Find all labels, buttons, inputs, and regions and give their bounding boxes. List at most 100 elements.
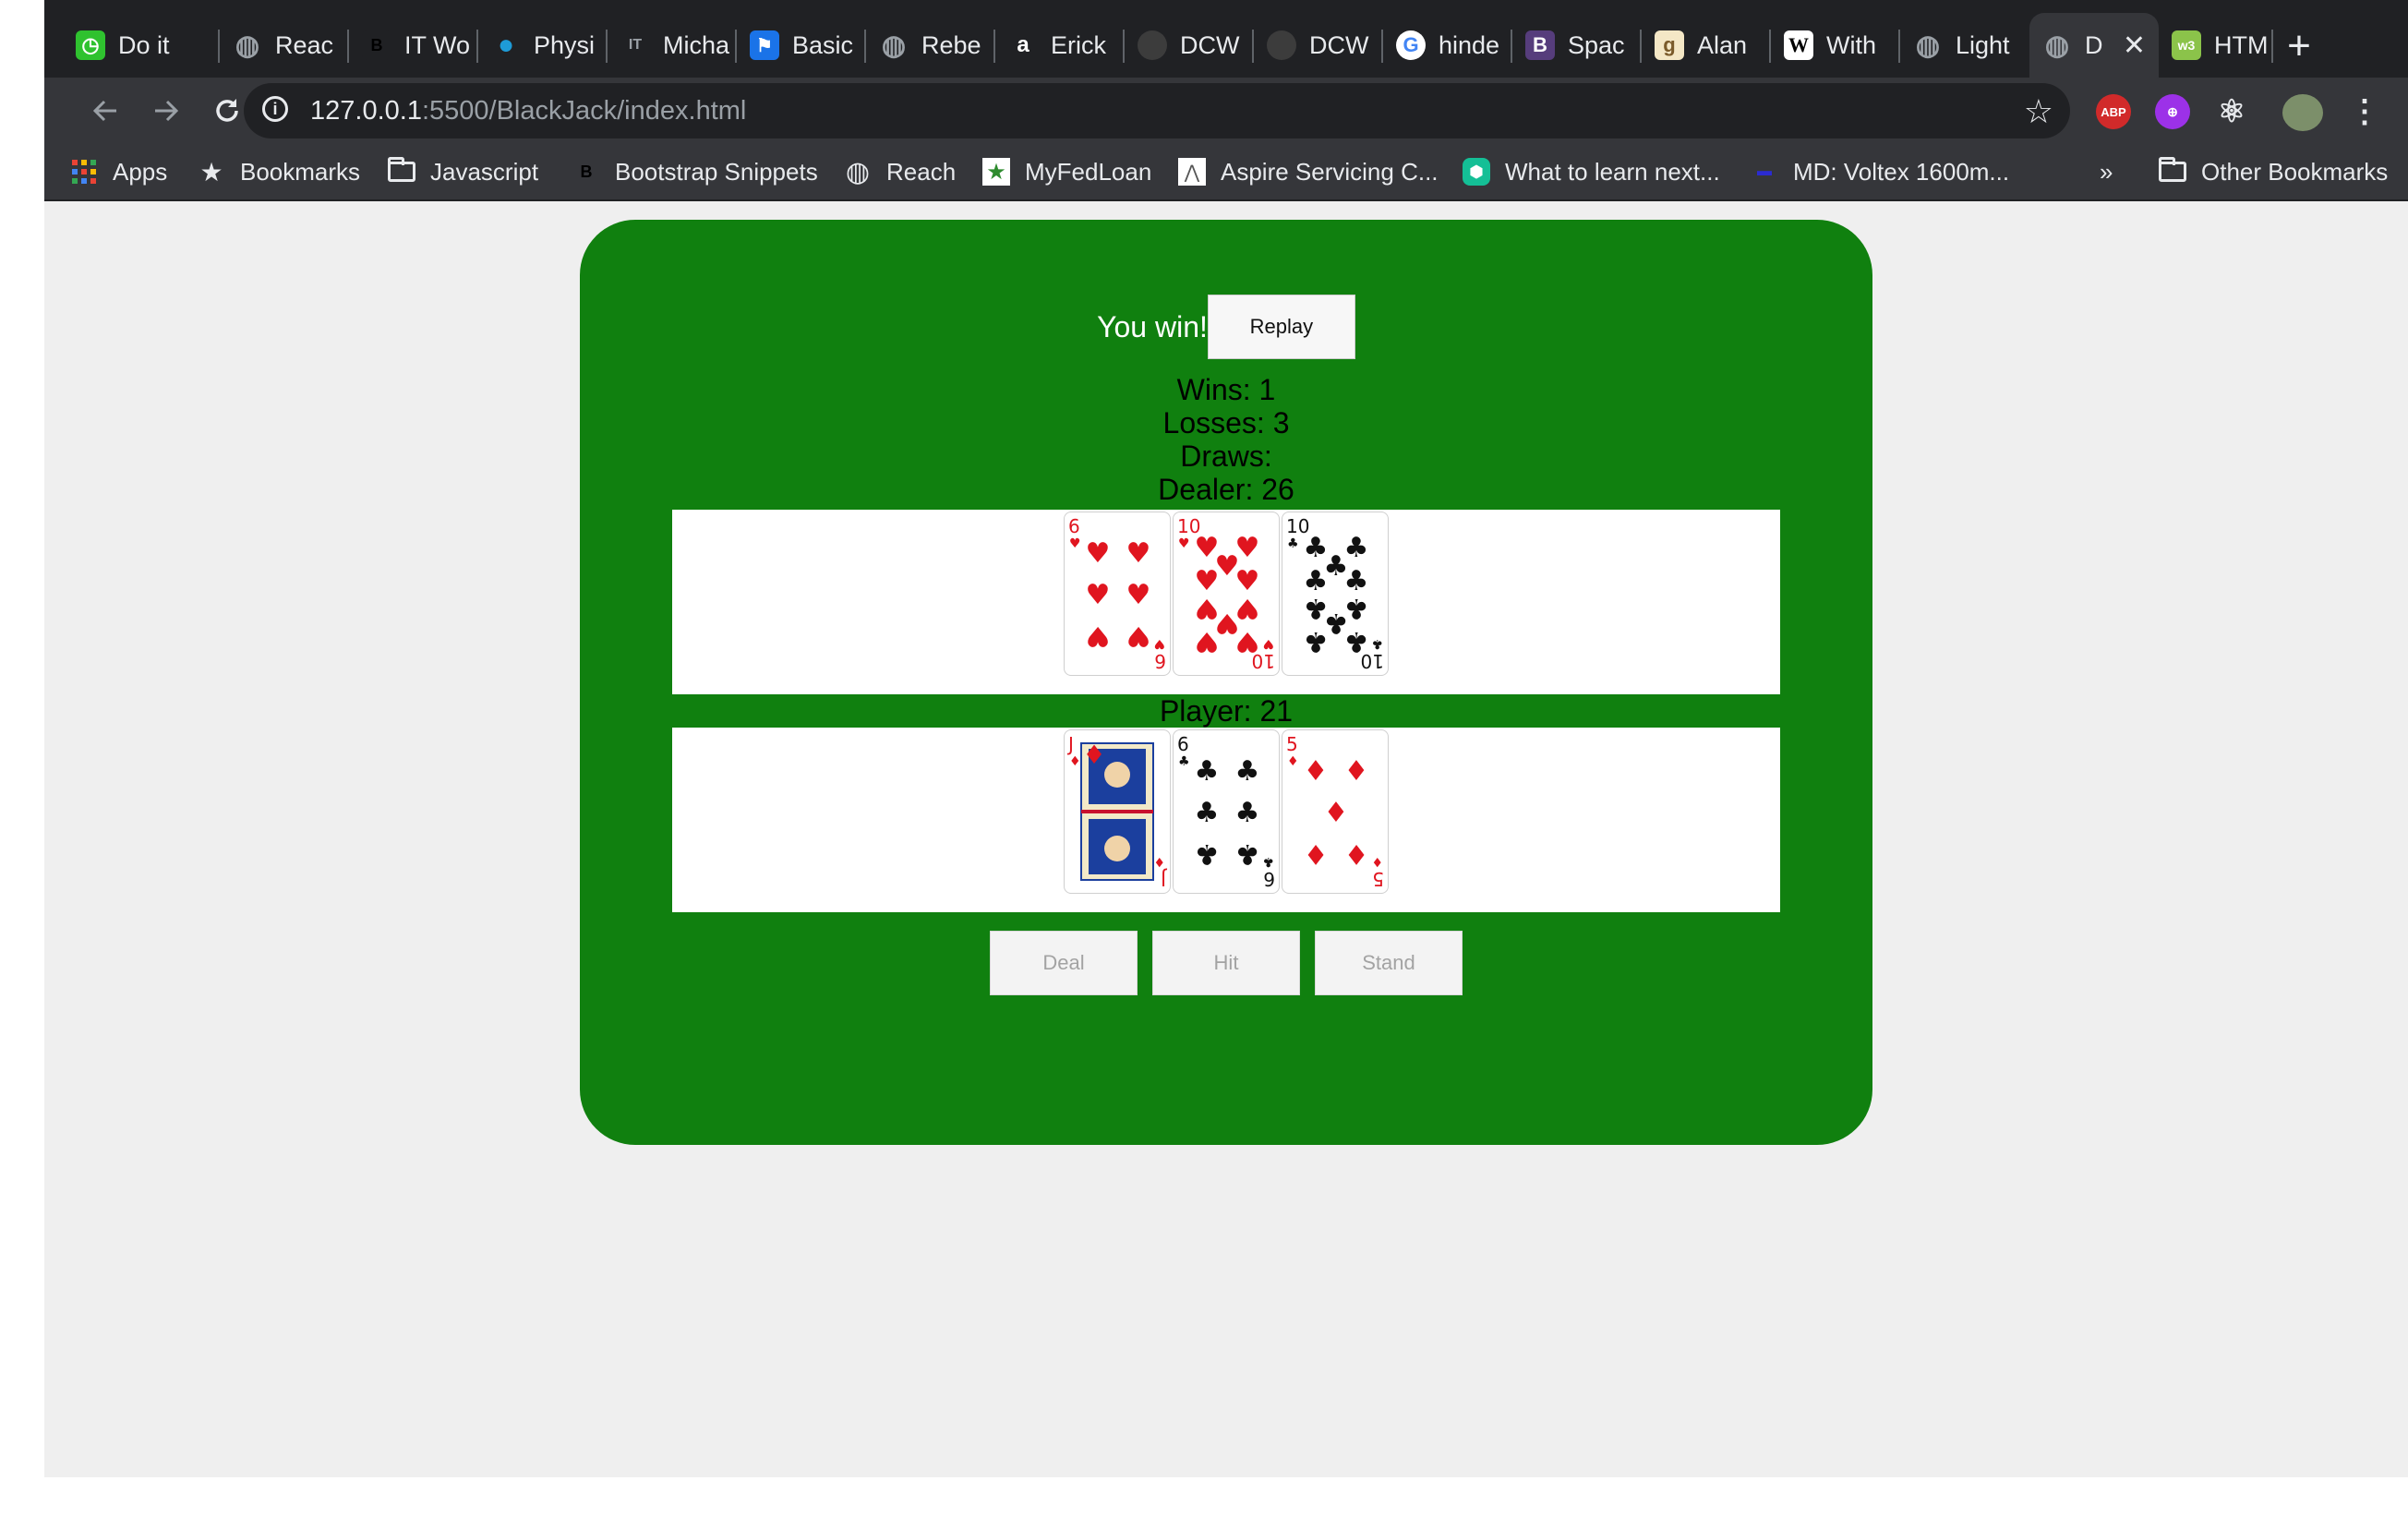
tab[interactable]: ● Physi — [478, 13, 608, 78]
card-suit-index: ♥ — [1069, 536, 1081, 551]
tab-title: DCW — [1309, 30, 1369, 59]
bookmark-myfedloan[interactable]: ★ MyFedLoan — [982, 153, 1151, 190]
tab[interactable]: a Erick — [995, 13, 1125, 78]
bookmark-bookmarks[interactable]: ★ Bookmarks — [198, 153, 360, 190]
github-icon — [1138, 30, 1167, 60]
bookmark-bootstrap-snippets[interactable]: B Bootstrap Snippets — [572, 153, 818, 190]
playing-card: J ♦ J ♦ ♦ — [1064, 729, 1171, 894]
bookmark-javascript[interactable]: Javascript — [388, 153, 538, 190]
github-icon — [1267, 30, 1296, 60]
blackjack-table: You win! Replay Wins: 1 Losses: 3 Draws:… — [580, 220, 1872, 1145]
wins-count: Wins: 1 — [1176, 373, 1276, 406]
address-bar[interactable]: i 127.0.0.1:5500/BlackJack/index.html ☆ — [244, 83, 2070, 138]
bookmarks-bar: Apps ★ Bookmarks Javascript B Bootstrap … — [44, 144, 2408, 201]
adblock-plus-icon[interactable]: ABP — [2096, 94, 2131, 129]
screen: ◷ Do it ◍ Reac B IT Wo ● Physi IT Micha … — [44, 0, 2408, 1477]
close-tab-icon[interactable]: ✕ — [2123, 30, 2146, 62]
wikipedia-icon: W — [1784, 30, 1813, 60]
card-suit-index: ♣ — [1287, 536, 1299, 551]
folder-icon — [388, 157, 415, 186]
deal-button[interactable]: Deal — [990, 931, 1138, 995]
bookmark-label: Bookmarks — [240, 157, 361, 186]
bookmark-reach[interactable]: ◍ Reach — [844, 153, 956, 190]
card-pip: ♥ — [1195, 625, 1220, 657]
card-pip: ♦ — [1082, 740, 1105, 770]
tab[interactable]: G hinde — [1383, 13, 1512, 78]
tab[interactable]: ◷ Do it — [63, 13, 220, 78]
tab[interactable]: ◍ Reac — [220, 13, 349, 78]
bookmark-label: Aspire Servicing C... — [1221, 157, 1439, 186]
card-suit-index: ♣ — [1262, 854, 1274, 869]
card-pip: ♦ — [1344, 837, 1369, 870]
tab[interactable]: w3 HTM — [2159, 13, 2273, 78]
back-arrow-icon[interactable] — [79, 85, 131, 137]
extension-purple-icon[interactable]: ⊕ — [2155, 94, 2190, 129]
site-info-icon[interactable]: i — [262, 96, 288, 122]
bookmark-star-icon[interactable]: ☆ — [2024, 92, 2053, 131]
card-pip: ♥ — [1235, 625, 1260, 657]
tab-strip: ◷ Do it ◍ Reac B IT Wo ● Physi IT Micha … — [44, 0, 2408, 78]
card-pip: ♣ — [1195, 755, 1220, 788]
card-pip: ♣ — [1235, 755, 1260, 788]
card-rank: 5 — [1372, 868, 1384, 890]
tab[interactable]: W With — [1771, 13, 1900, 78]
profile-avatar-icon[interactable] — [2282, 94, 2323, 131]
toolbar: i 127.0.0.1:5500/BlackJack/index.html ☆ … — [44, 78, 2408, 144]
playing-card: 10 ♣ 10 ♣ ♣ ♣ ♣ ♣ ♣ ♣ ♣ ♣ ♣ ♣ — [1282, 512, 1389, 676]
tab-active[interactable]: ◍ D ✕ — [2029, 13, 2159, 78]
flag-icon: ⚑ — [750, 30, 779, 60]
card-rank: 6 — [1177, 733, 1189, 755]
tab[interactable]: B Spac — [1512, 13, 1642, 78]
tab-title: Rebe — [921, 30, 981, 59]
card-pip: ♣ — [1195, 837, 1220, 870]
menu-kebab-icon[interactable]: ⋮ — [2347, 94, 2382, 129]
tab[interactable]: DCW — [1125, 13, 1254, 78]
dealer-score: Dealer: 26 — [1158, 473, 1294, 506]
card-suit-index: ♦ — [1069, 754, 1081, 769]
bookmark-label: Other Bookmarks — [2201, 157, 2389, 186]
chat-bubble-icon: ● — [497, 30, 515, 60]
player-score: Player: 21 — [1159, 694, 1294, 728]
tab[interactable]: B IT Wo — [349, 13, 478, 78]
bookmark-aspire-servicing[interactable]: ⋀ Aspire Servicing C... — [1178, 153, 1439, 190]
tab[interactable]: ◍ Light — [1900, 13, 2029, 78]
card-suit-index: ♥ — [1262, 636, 1274, 651]
bookmark-what-to-learn[interactable]: ⬢ What to learn next... — [1463, 153, 1720, 190]
draws-count: Draws: — [1180, 439, 1272, 473]
bookmark-apps[interactable]: Apps — [70, 153, 167, 190]
bookmark-label: What to learn next... — [1505, 157, 1720, 186]
card-pip: ♣ — [1235, 837, 1260, 870]
tab[interactable]: ⚑ Basic — [737, 13, 866, 78]
card-pip: ♦ — [1344, 755, 1369, 788]
aspire-icon: ⋀ — [1178, 158, 1206, 186]
apps-grid-icon — [70, 158, 98, 186]
new-tab-icon[interactable]: + — [2273, 20, 2325, 72]
replay-button[interactable]: Replay — [1207, 295, 1355, 359]
tab-title: HTM — [2214, 30, 2269, 59]
hit-button[interactable]: Hit — [1152, 931, 1300, 995]
tab[interactable]: ◍ Rebe — [866, 13, 995, 78]
react-devtools-icon[interactable]: ⚛ — [2214, 94, 2249, 129]
globe-icon: ◍ — [845, 156, 871, 187]
tab-title: Basic — [792, 30, 854, 59]
bookmark-label: Javascript — [430, 157, 539, 186]
google-icon: G — [1396, 30, 1426, 60]
tab[interactable]: DCW — [1254, 13, 1383, 78]
stand-button[interactable]: Stand — [1315, 931, 1463, 995]
bookmark-other-bookmarks[interactable]: Other Bookmarks — [2159, 153, 2388, 190]
card-pip: ♥ — [1126, 579, 1151, 611]
bookmark-md-voltex[interactable]: ▬ MD: Voltex 1600m... — [1751, 153, 2009, 190]
star-icon: ★ — [199, 157, 223, 187]
card-pip: ♥ — [1086, 537, 1111, 570]
forward-arrow-icon[interactable] — [140, 85, 192, 137]
bookmark-label: Bootstrap Snippets — [615, 157, 818, 186]
tab[interactable]: g Alan — [1642, 13, 1771, 78]
bookmarks-overflow-icon[interactable]: » — [2100, 153, 2113, 190]
w3-icon: w3 — [2172, 30, 2201, 60]
card-suit-index: ♦ — [1153, 854, 1165, 869]
card-pip: ♥ — [1126, 620, 1151, 652]
tab-title: Erick — [1051, 30, 1106, 59]
card-rank: J — [1161, 868, 1168, 890]
tab[interactable]: IT Micha — [608, 13, 737, 78]
card-pip: ♥ — [1086, 620, 1111, 652]
